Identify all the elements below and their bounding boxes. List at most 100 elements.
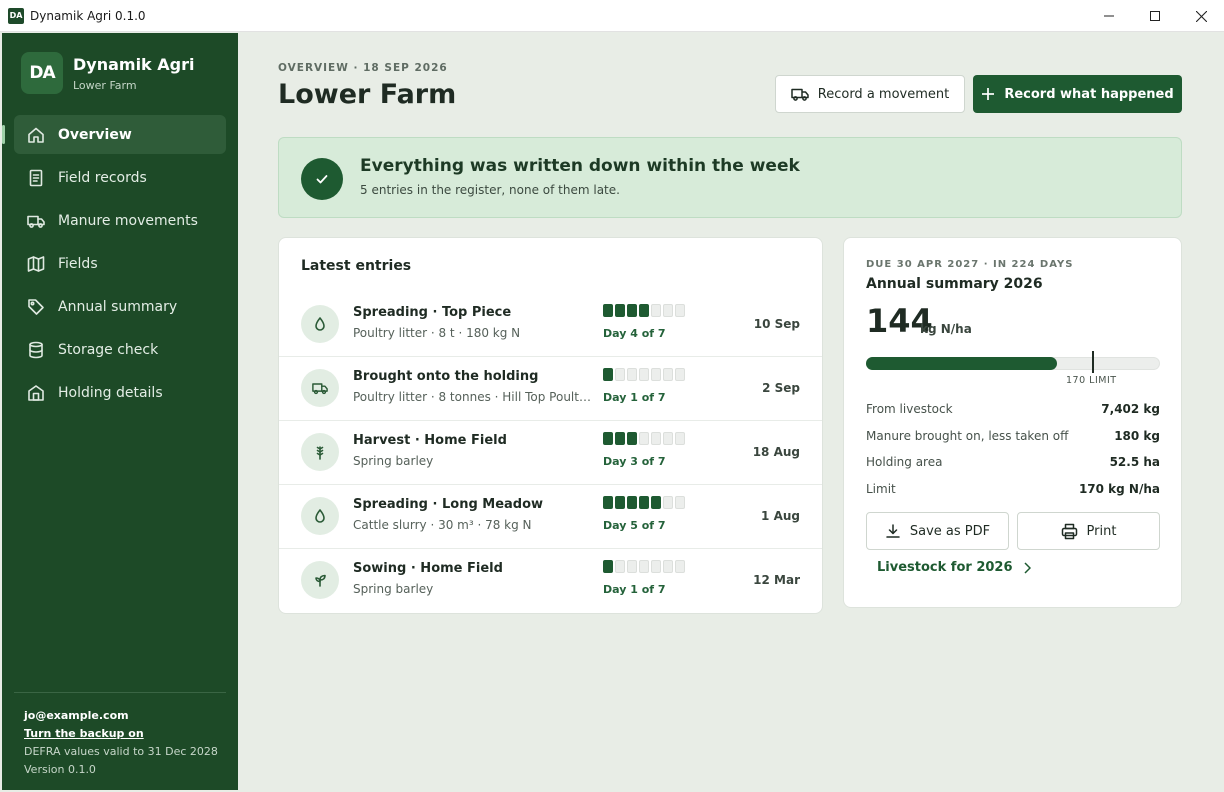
save-pdf-label: Save as PDF <box>909 523 991 539</box>
minimize-icon <box>1104 15 1114 17</box>
entry-date: 2 Sep <box>762 381 800 395</box>
progress-segment-empty <box>639 432 649 445</box>
progress-segment-filled <box>603 304 613 317</box>
summary-row-value: 52.5 ha <box>1109 455 1160 470</box>
maximize-button[interactable] <box>1132 0 1178 32</box>
sidebar-nav: Overview Field records Manure movements … <box>2 115 226 416</box>
progress-segment-filled <box>615 432 625 445</box>
progress-segment-empty <box>663 368 673 381</box>
defra-validity: DEFRA values valid to 31 Dec 2028 <box>24 745 218 758</box>
entry-date: 1 Aug <box>761 509 800 523</box>
progress-segment-empty <box>675 560 685 573</box>
list-item[interactable]: Sowing · Home Field Spring barley Day 1 … <box>279 549 822 613</box>
progress-segment-empty <box>663 496 673 509</box>
progress-segment-filled <box>603 496 613 509</box>
sidebar-item-overview[interactable]: Overview <box>2 115 226 154</box>
close-button[interactable] <box>1178 0 1224 32</box>
summary-row: From livestock 7,402 kg <box>866 396 1160 423</box>
progress-segment-empty <box>675 496 685 509</box>
entry-subtitle: Poultry litter · 8 t · 180 kg N <box>353 326 521 340</box>
minimize-button[interactable] <box>1086 0 1132 32</box>
title-bar: DA Dynamik Agri 0.1.0 <box>0 0 1224 32</box>
progress-segment-empty <box>651 560 661 573</box>
record-movement-label: Record a movement <box>817 86 950 102</box>
progress-segment-empty <box>615 368 625 381</box>
entry-date: 18 Aug <box>752 445 800 459</box>
progress-segment-empty <box>639 560 649 573</box>
entry-day: Day 4 of 7 <box>603 327 666 340</box>
window-title: Dynamik Agri 0.1.0 <box>30 8 146 23</box>
map-icon <box>26 254 46 274</box>
tag-icon <box>26 297 46 317</box>
progress-segment-filled <box>639 304 649 317</box>
entry-title: Sowing · Home Field <box>353 561 503 576</box>
progress-segments <box>603 496 685 509</box>
progress-segment-filled <box>639 496 649 509</box>
sidebar-item-manure-movements[interactable]: Manure movements <box>14 201 226 240</box>
page-title: Lower Farm <box>278 79 457 110</box>
sidebar-item-fields[interactable]: Fields <box>14 244 226 283</box>
progress-segment-filled <box>615 496 625 509</box>
entry-day: Day 1 of 7 <box>603 391 666 404</box>
sidebar-item-label: Manure movements <box>58 212 198 229</box>
backup-link[interactable]: Turn the backup on <box>24 725 226 743</box>
truck-icon <box>791 85 809 103</box>
banner-title: Everything was written down within the w… <box>360 156 800 176</box>
database-icon <box>26 340 46 360</box>
progress-segment-empty <box>675 368 685 381</box>
brand: DA Dynamik Agri Lower Farm <box>21 52 194 94</box>
sidebar-item-field-records[interactable]: Field records <box>14 158 226 197</box>
entry-title: Spreading · Long Meadow <box>353 497 544 512</box>
progress-segment-filled <box>627 432 637 445</box>
record-movement-button[interactable]: Record a movement <box>775 75 965 113</box>
summary-row-key: From livestock <box>866 402 953 417</box>
progress-segments <box>603 432 685 445</box>
sidebar-item-annual-summary[interactable]: Annual summary <box>14 287 226 326</box>
sidebar: DA Dynamik Agri Lower Farm Overview Fiel… <box>2 33 238 790</box>
summary-row-key: Manure brought on, less taken off <box>866 428 1069 443</box>
record-what-happened-button[interactable]: Record what happened <box>973 75 1182 113</box>
chevron-right-icon <box>1023 561 1031 574</box>
account-email: jo@example.com <box>24 709 129 722</box>
list-item[interactable]: Harvest · Home Field Spring barley Day 3… <box>279 421 822 485</box>
record-what-happened-label: Record what happened <box>1004 86 1174 102</box>
summary-row: Limit 170 kg N/ha <box>866 476 1160 503</box>
limit-label: 170 LIMIT <box>1066 375 1117 386</box>
progress-segment-empty <box>615 560 625 573</box>
progress-segment-empty <box>675 304 685 317</box>
progress-segment-empty <box>663 432 673 445</box>
list-item[interactable]: Spreading · Top Piece Poultry litter · 8… <box>279 293 822 357</box>
summary-row-value: 7,402 kg <box>1101 402 1160 417</box>
list-item[interactable]: Brought onto the holding Poultry litter … <box>279 357 822 421</box>
livestock-link[interactable]: Livestock for 2026 <box>877 560 1031 575</box>
summary-row: Holding area 52.5 ha <box>866 449 1160 476</box>
progress-segment-empty <box>627 560 637 573</box>
sidebar-item-storage-check[interactable]: Storage check <box>14 330 226 369</box>
print-button[interactable]: Print <box>1017 512 1160 550</box>
progress-segment-filled <box>603 560 613 573</box>
progress-segment-filled <box>627 304 637 317</box>
limit-marker <box>1092 351 1094 373</box>
entry-title: Harvest · Home Field <box>353 433 507 448</box>
progress-segments <box>603 304 685 317</box>
nitrogen-bar-fill <box>866 357 1057 370</box>
entry-date: 12 Mar <box>753 573 800 587</box>
save-pdf-button[interactable]: Save as PDF <box>866 512 1009 550</box>
summary-due: DUE 30 APR 2027 · IN 224 DAYS <box>866 259 1074 270</box>
entry-subtitle: Cattle slurry · 30 m³ · 78 kg N <box>353 518 532 532</box>
entry-date: 10 Sep <box>753 317 800 331</box>
progress-segments <box>603 560 685 573</box>
progress-segment-empty <box>663 304 673 317</box>
wheat-icon <box>301 433 339 471</box>
print-label: Print <box>1086 523 1117 539</box>
list-item[interactable]: Spreading · Long Meadow Cattle slurry · … <box>279 485 822 549</box>
entry-subtitle: Poultry litter · 8 tonnes · Hill Top Pou… <box>353 390 591 404</box>
livestock-link-label: Livestock for 2026 <box>877 560 1013 575</box>
summary-title: Annual summary 2026 <box>866 276 1043 292</box>
droplet-icon <box>301 497 339 535</box>
brand-name: Dynamik Agri <box>73 54 195 74</box>
page-eyebrow: OVERVIEW · 18 SEP 2026 <box>278 62 448 74</box>
plus-icon <box>981 87 995 101</box>
sidebar-item-holding-details[interactable]: Holding details <box>14 373 226 412</box>
sprout-icon <box>301 561 339 599</box>
